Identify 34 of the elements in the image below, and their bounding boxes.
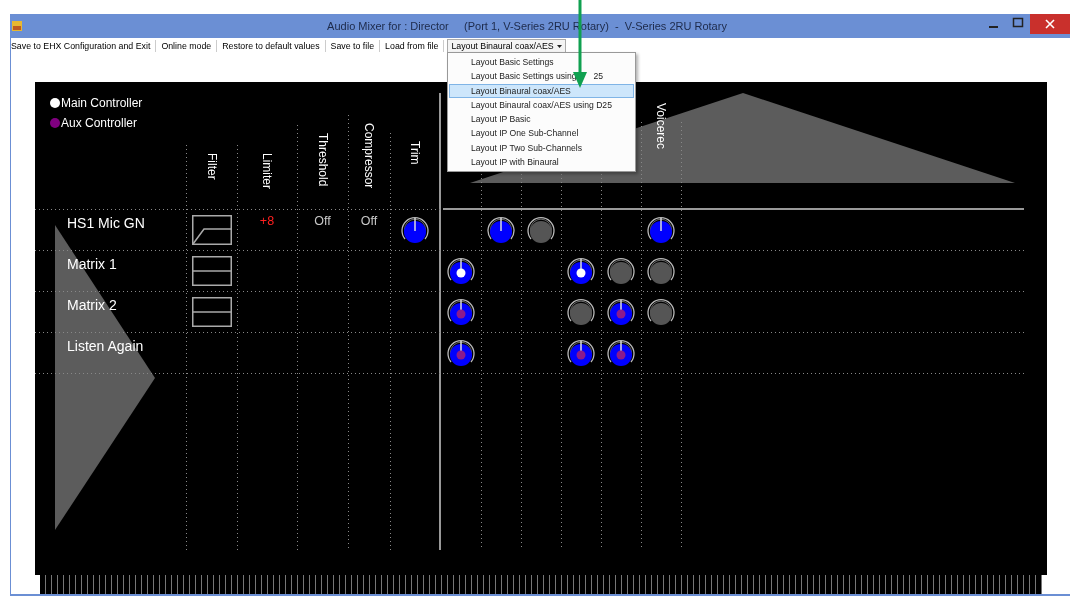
menu-item[interactable]: Restore to default values	[217, 39, 326, 52]
column-heading: Compressor	[362, 123, 376, 189]
channel-name: Matrix 2	[67, 297, 117, 313]
column-heading: Threshold	[315, 133, 330, 187]
column-heading: Filter	[204, 153, 219, 180]
menu-item[interactable]: Load from file	[380, 39, 445, 52]
dropdown-option[interactable]: Layout IP One Sub-Channel	[449, 126, 634, 141]
legend-label: Main Controller	[61, 96, 143, 110]
app-icon	[12, 21, 22, 31]
legend-label: Aux Controller	[61, 116, 138, 130]
layout-dropdown[interactable]: Layout Binaural coax/AES	[447, 38, 566, 53]
menu-item[interactable]: Save to EHX Configuration and Exit	[11, 39, 157, 52]
limiter-value[interactable]: +8	[259, 214, 275, 228]
channel-name: HS1 Mic GN	[67, 215, 145, 231]
dropdown-option[interactable]: Layout IP Basic	[449, 112, 634, 127]
dropdown-option[interactable]: Layout Binaural coax/AES using D25	[449, 97, 634, 113]
caret-icon	[556, 44, 562, 48]
column-heading: Voicerec	[654, 103, 668, 150]
channel-name: Matrix 1	[67, 256, 117, 272]
compressor-value[interactable]: Off	[360, 214, 378, 228]
dropdown-option[interactable]: Layout IP with Binaural	[449, 155, 634, 170]
column-heading: Trim	[408, 141, 422, 165]
threshold-value[interactable]: Off	[314, 214, 331, 228]
close-button[interactable]	[1030, 14, 1070, 34]
dropdown-option[interactable]: Layout Basic Settings	[449, 55, 634, 70]
filter-curve-icon[interactable]	[191, 296, 232, 327]
filter-curve-icon[interactable]	[191, 255, 232, 286]
dropdown-option[interactable]: Layout Binaural coax/AES	[449, 83, 634, 98]
menu-item[interactable]: Online mode	[156, 39, 218, 52]
dropdown-option[interactable]: Layout IP Two Sub-Channels	[449, 140, 634, 156]
close-icon[interactable]	[1045, 19, 1055, 29]
filter-curve-icon[interactable]	[191, 214, 232, 245]
column-heading: Limiter	[260, 153, 274, 189]
menu-item[interactable]: Save to file	[325, 39, 381, 52]
